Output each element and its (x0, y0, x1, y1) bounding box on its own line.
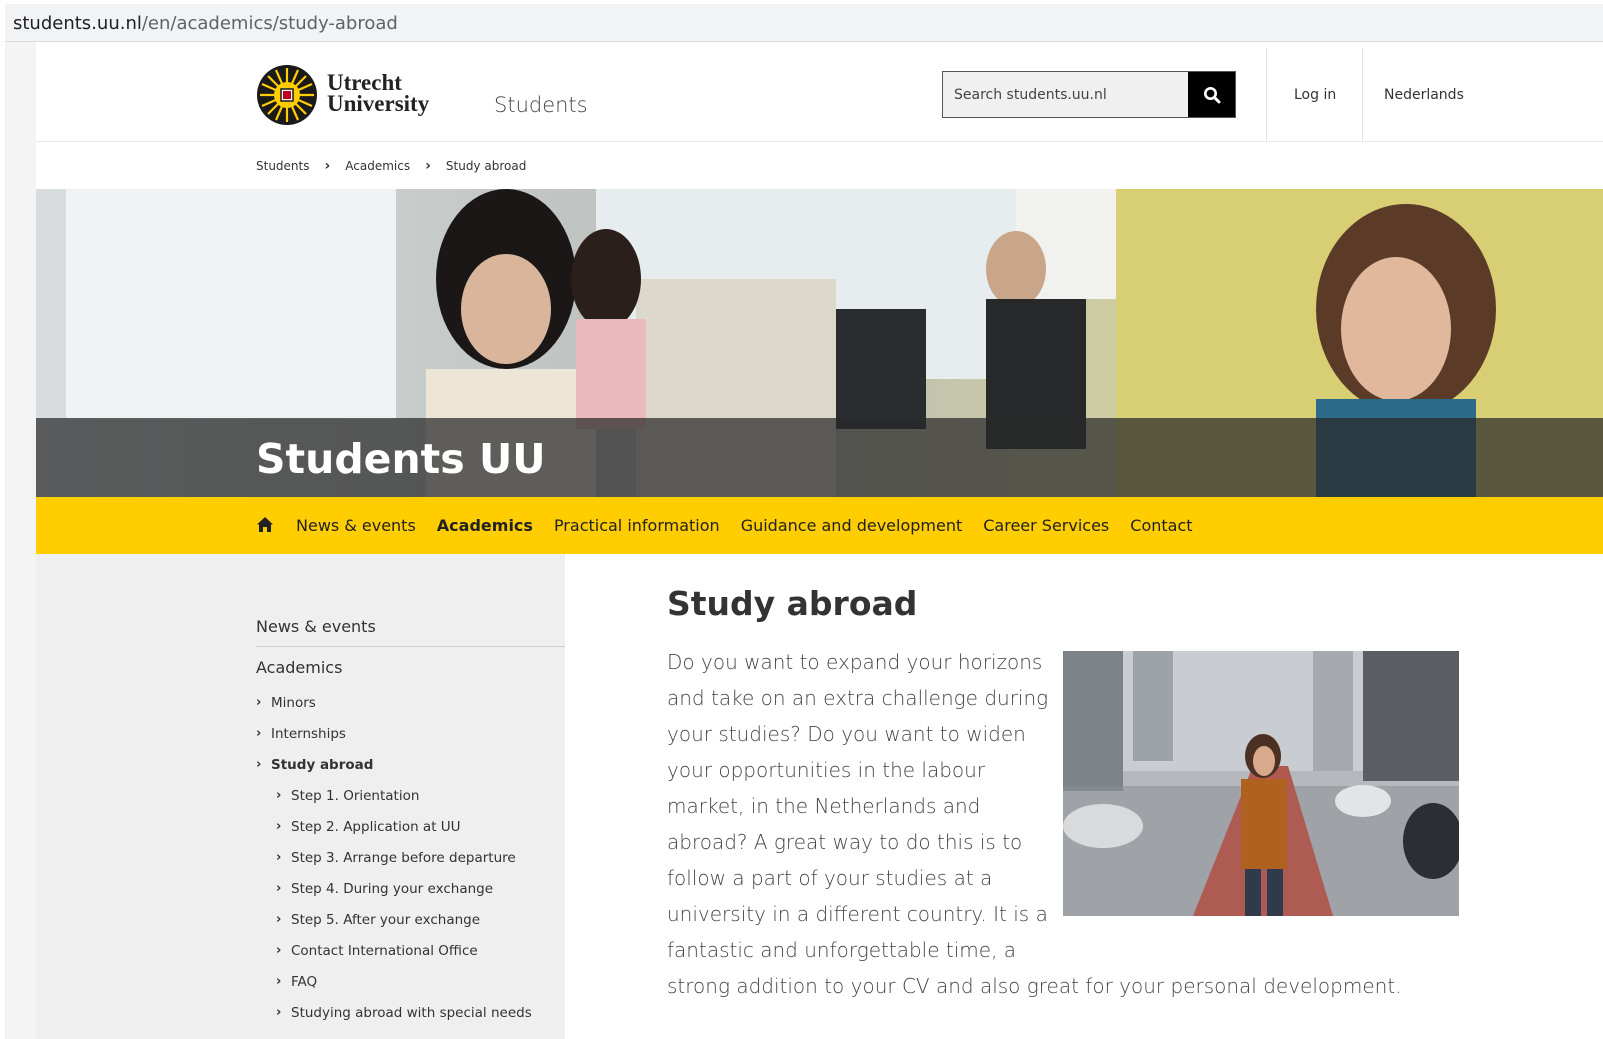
main-navigation: News & events Academics Practical inform… (36, 497, 1603, 554)
nav-practical-information[interactable]: Practical information (554, 516, 720, 535)
sidebar: News & events Academics › Minors › Interns… (36, 554, 565, 1039)
sidebar-item-label: Studying abroad with special needs (291, 1004, 532, 1021)
chevron-right-icon: › (276, 912, 282, 927)
breadcrumb-study-abroad[interactable]: Study abroad (446, 159, 526, 173)
search-input[interactable] (943, 72, 1189, 117)
chevron-right-icon: › (256, 726, 262, 741)
hero-title: Students UU (256, 435, 546, 483)
hero-banner: Students UU (36, 189, 1603, 497)
sidebar-item-label: Internships (271, 725, 346, 742)
sidebar-item-label: Step 3. Arrange before departure (291, 849, 516, 866)
sidebar-list: › Minors › Internships › Study abroad › Step… (256, 687, 561, 1028)
sidebar-item-label: Step 2. Application at UU (291, 818, 461, 835)
sidebar-item-step5[interactable]: › Step 5. After your exchange (256, 904, 561, 935)
sidebar-item-study-abroad[interactable]: › Study abroad (256, 749, 561, 780)
url-host: students.uu.nl (13, 13, 142, 34)
chevron-right-icon: › (276, 1005, 282, 1020)
sidebar-item-step2[interactable]: › Step 2. Application at UU (256, 811, 561, 842)
breadcrumb-chevron-icon: › (324, 158, 331, 174)
text-float-spacer (1057, 644, 1467, 934)
sidebar-item-minors[interactable]: › Minors (256, 687, 561, 718)
site-name[interactable]: Students (494, 93, 588, 117)
breadcrumb-chevron-icon: › (425, 158, 431, 174)
search-box (942, 71, 1236, 118)
nav-academics[interactable]: Academics (437, 516, 533, 535)
language-switch-link[interactable]: Nederlands (1384, 87, 1464, 103)
sidebar-item-label: FAQ (291, 973, 318, 990)
chevron-right-icon: › (256, 757, 262, 772)
login-link[interactable]: Log in (1294, 87, 1336, 103)
search-icon (1203, 86, 1220, 103)
logo-line2: University (327, 91, 430, 116)
page: Utrecht University Students Log in Neder… (36, 48, 1603, 1039)
sidebar-item-step4[interactable]: › Step 4. During your exchange (256, 873, 561, 904)
sidebar-item-news-events[interactable]: News & events (256, 617, 376, 636)
sidebar-item-label: Minors (271, 694, 316, 711)
breadcrumb-academics[interactable]: Academics (345, 159, 410, 173)
sidebar-item-label: Study abroad (271, 756, 374, 773)
sidebar-item-academics[interactable]: Academics (256, 658, 342, 677)
site-header: Utrecht University Students Log in Neder… (36, 48, 1603, 142)
sidebar-divider (256, 646, 565, 647)
home-icon[interactable] (256, 516, 274, 534)
sidebar-item-step1[interactable]: › Step 1. Orientation (256, 780, 561, 811)
sidebar-item-step3[interactable]: › Step 3. Arrange before departure (256, 842, 561, 873)
search-button[interactable] (1188, 72, 1235, 117)
logo-line1: Utrecht (327, 70, 402, 95)
page-title: Study abroad (667, 584, 918, 623)
logo-wordmark[interactable]: Utrecht University (327, 70, 430, 116)
sidebar-item-internships[interactable]: › Internships (256, 718, 561, 749)
sidebar-item-special-needs[interactable]: › Studying abroad with special needs (256, 997, 561, 1028)
chevron-right-icon: › (276, 943, 282, 958)
chevron-right-icon: › (276, 974, 282, 989)
sidebar-item-label: Step 5. After your exchange (291, 911, 481, 928)
sidebar-item-contact-international-office[interactable]: › Contact International Office (256, 935, 561, 966)
url-path: /en/academics/study-abroad (141, 13, 398, 34)
uu-sun-logo-icon[interactable] (256, 64, 318, 126)
chevron-right-icon: › (276, 819, 282, 834)
address-bar[interactable]: students.uu.nl/en/academics/study-abroad (5, 4, 1603, 42)
left-gutter (5, 42, 36, 1039)
breadcrumb-students[interactable]: Students (256, 159, 310, 173)
intro-paragraph: Do you want to expand your horizons and … (667, 644, 1467, 1004)
sidebar-item-label: Step 4. During your exchange (291, 880, 494, 897)
url-text[interactable]: students.uu.nl/en/academics/study-abroad (13, 13, 398, 34)
chevron-right-icon: › (276, 881, 282, 896)
nav-contact[interactable]: Contact (1130, 516, 1192, 535)
header-divider (1362, 48, 1363, 142)
sidebar-item-faq[interactable]: › FAQ (256, 966, 561, 997)
breadcrumb: Students › Academics › Study abroad (256, 158, 526, 174)
chevron-right-icon: › (256, 695, 262, 710)
sidebar-item-label: Step 1. Orientation (291, 787, 420, 804)
sidebar-item-label: Contact International Office (291, 942, 478, 959)
chevron-right-icon: › (276, 850, 282, 865)
nav-career-services[interactable]: Career Services (983, 516, 1109, 535)
chevron-right-icon: › (276, 788, 282, 803)
nav-news-events[interactable]: News & events (296, 516, 416, 535)
header-divider (1266, 48, 1267, 142)
nav-guidance-development[interactable]: Guidance and development (741, 516, 963, 535)
